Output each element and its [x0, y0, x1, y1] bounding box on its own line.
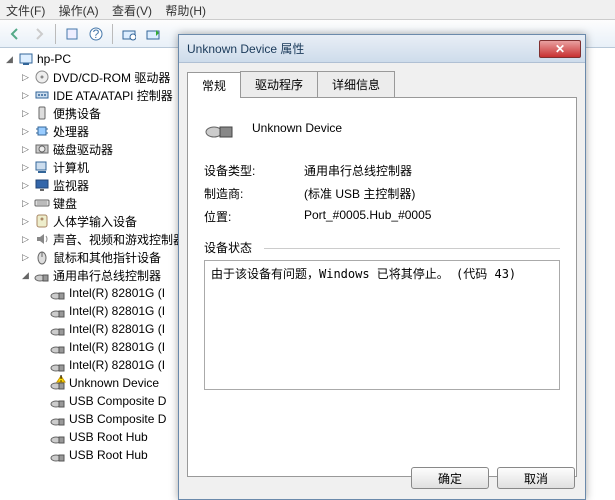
- tree-label: Intel(R) 82801G (I: [69, 340, 165, 354]
- tab-details[interactable]: 详细信息: [317, 71, 395, 97]
- forward-button[interactable]: [28, 23, 50, 45]
- usb-icon: [50, 393, 66, 409]
- device-status-label: 设备状态: [204, 239, 560, 256]
- tree-label: 处理器: [53, 123, 89, 140]
- device-type-value: 通用串行总线控制器: [304, 162, 560, 179]
- monitor-icon: [34, 177, 50, 193]
- usb-icon: [34, 267, 50, 283]
- expand-icon[interactable]: ▷: [20, 252, 31, 263]
- usb-icon: [50, 285, 66, 301]
- menu-bar: 文件(F) 操作(A) 查看(V) 帮助(H): [0, 0, 615, 20]
- tree-label: Intel(R) 82801G (I: [69, 358, 165, 372]
- usb-icon: [50, 411, 66, 427]
- tree-label: USB Composite D: [69, 394, 166, 408]
- close-button[interactable]: ✕: [539, 40, 581, 58]
- back-button[interactable]: [4, 23, 26, 45]
- tree-label: 便携设备: [53, 105, 101, 122]
- expand-icon[interactable]: ▷: [20, 126, 31, 137]
- usb-warn-icon: !: [50, 375, 66, 391]
- tree-label: 监视器: [53, 177, 89, 194]
- expand-icon[interactable]: ▷: [20, 72, 31, 83]
- tab-strip: 常规 驱动程序 详细信息: [179, 63, 585, 97]
- computer-icon: [18, 51, 34, 67]
- location-label: 位置:: [204, 208, 304, 225]
- tree-label: USB Composite D: [69, 412, 166, 426]
- tree-label: Intel(R) 82801G (I: [69, 322, 165, 336]
- usb-icon: [50, 321, 66, 337]
- svg-text:!: !: [59, 375, 62, 385]
- usb-icon: [50, 447, 66, 463]
- tree-label: 通用串行总线控制器: [53, 267, 161, 284]
- keyboard-icon: [34, 195, 50, 211]
- sound-icon: [34, 231, 50, 247]
- usb-device-icon: [204, 112, 236, 144]
- ide-icon: [34, 87, 50, 103]
- properties-button[interactable]: [61, 23, 83, 45]
- dialog-title: Unknown Device 属性: [187, 40, 539, 57]
- svg-text:?: ?: [93, 27, 100, 41]
- tree-label: Intel(R) 82801G (I: [69, 304, 165, 318]
- tree-label: USB Root Hub: [69, 448, 148, 462]
- scan-button[interactable]: [118, 23, 140, 45]
- update-button[interactable]: [142, 23, 164, 45]
- close-icon: ✕: [555, 42, 565, 56]
- expand-icon[interactable]: ◢: [20, 270, 31, 281]
- tree-label: hp-PC: [37, 52, 71, 66]
- usb-icon: [50, 357, 66, 373]
- usb-icon: [50, 339, 66, 355]
- tree-label: 计算机: [53, 159, 89, 176]
- menu-file[interactable]: 文件(F): [6, 4, 45, 18]
- tree-label: 人体学输入设备: [53, 213, 137, 230]
- tree-label: Intel(R) 82801G (I: [69, 286, 165, 300]
- portable-icon: [34, 105, 50, 121]
- tab-body: Unknown Device 设备类型:通用串行总线控制器 制造商:(标准 US…: [187, 97, 577, 477]
- location-value: Port_#0005.Hub_#0005: [304, 208, 560, 225]
- device-name: Unknown Device: [252, 121, 342, 135]
- tree-label: USB Root Hub: [69, 430, 148, 444]
- expand-icon[interactable]: ▷: [20, 144, 31, 155]
- expand-icon[interactable]: ▷: [20, 198, 31, 209]
- menu-help[interactable]: 帮助(H): [165, 4, 206, 18]
- ok-button[interactable]: 确定: [411, 467, 489, 489]
- tree-label: Unknown Device: [69, 376, 159, 390]
- disk-icon: [34, 141, 50, 157]
- cancel-button[interactable]: 取消: [497, 467, 575, 489]
- tree-label: DVD/CD-ROM 驱动器: [53, 69, 170, 86]
- menu-view[interactable]: 查看(V): [112, 4, 152, 18]
- tree-label: IDE ATA/ATAPI 控制器: [53, 87, 173, 104]
- tab-general[interactable]: 常规: [187, 72, 241, 98]
- tree-label: 鼠标和其他指针设备: [53, 249, 161, 266]
- properties-dialog: Unknown Device 属性 ✕ 常规 驱动程序 详细信息 Unknown…: [178, 34, 586, 500]
- expand-icon[interactable]: ▷: [20, 234, 31, 245]
- computer-icon: [34, 159, 50, 175]
- disc-icon: [34, 69, 50, 85]
- dialog-titlebar[interactable]: Unknown Device 属性 ✕: [179, 35, 585, 63]
- device-status-text[interactable]: [204, 260, 560, 390]
- tab-driver[interactable]: 驱动程序: [240, 71, 318, 97]
- usb-icon: [50, 429, 66, 445]
- cpu-icon: [34, 123, 50, 139]
- menu-action[interactable]: 操作(A): [59, 4, 99, 18]
- tree-label: 磁盘驱动器: [53, 141, 113, 158]
- manufacturer-label: 制造商:: [204, 185, 304, 202]
- usb-icon: [50, 303, 66, 319]
- device-type-label: 设备类型:: [204, 162, 304, 179]
- tree-label: 键盘: [53, 195, 77, 212]
- mouse-icon: [34, 249, 50, 265]
- expand-icon[interactable]: ▷: [20, 180, 31, 191]
- manufacturer-value: (标准 USB 主控制器): [304, 185, 560, 202]
- expand-icon[interactable]: ▷: [20, 216, 31, 227]
- collapse-icon[interactable]: ◢: [4, 54, 15, 65]
- help-button[interactable]: ?: [85, 23, 107, 45]
- hid-icon: [34, 213, 50, 229]
- expand-icon[interactable]: ▷: [20, 108, 31, 119]
- expand-icon[interactable]: ▷: [20, 162, 31, 173]
- expand-icon[interactable]: ▷: [20, 90, 31, 101]
- tree-label: 声音、视频和游戏控制器: [53, 231, 185, 248]
